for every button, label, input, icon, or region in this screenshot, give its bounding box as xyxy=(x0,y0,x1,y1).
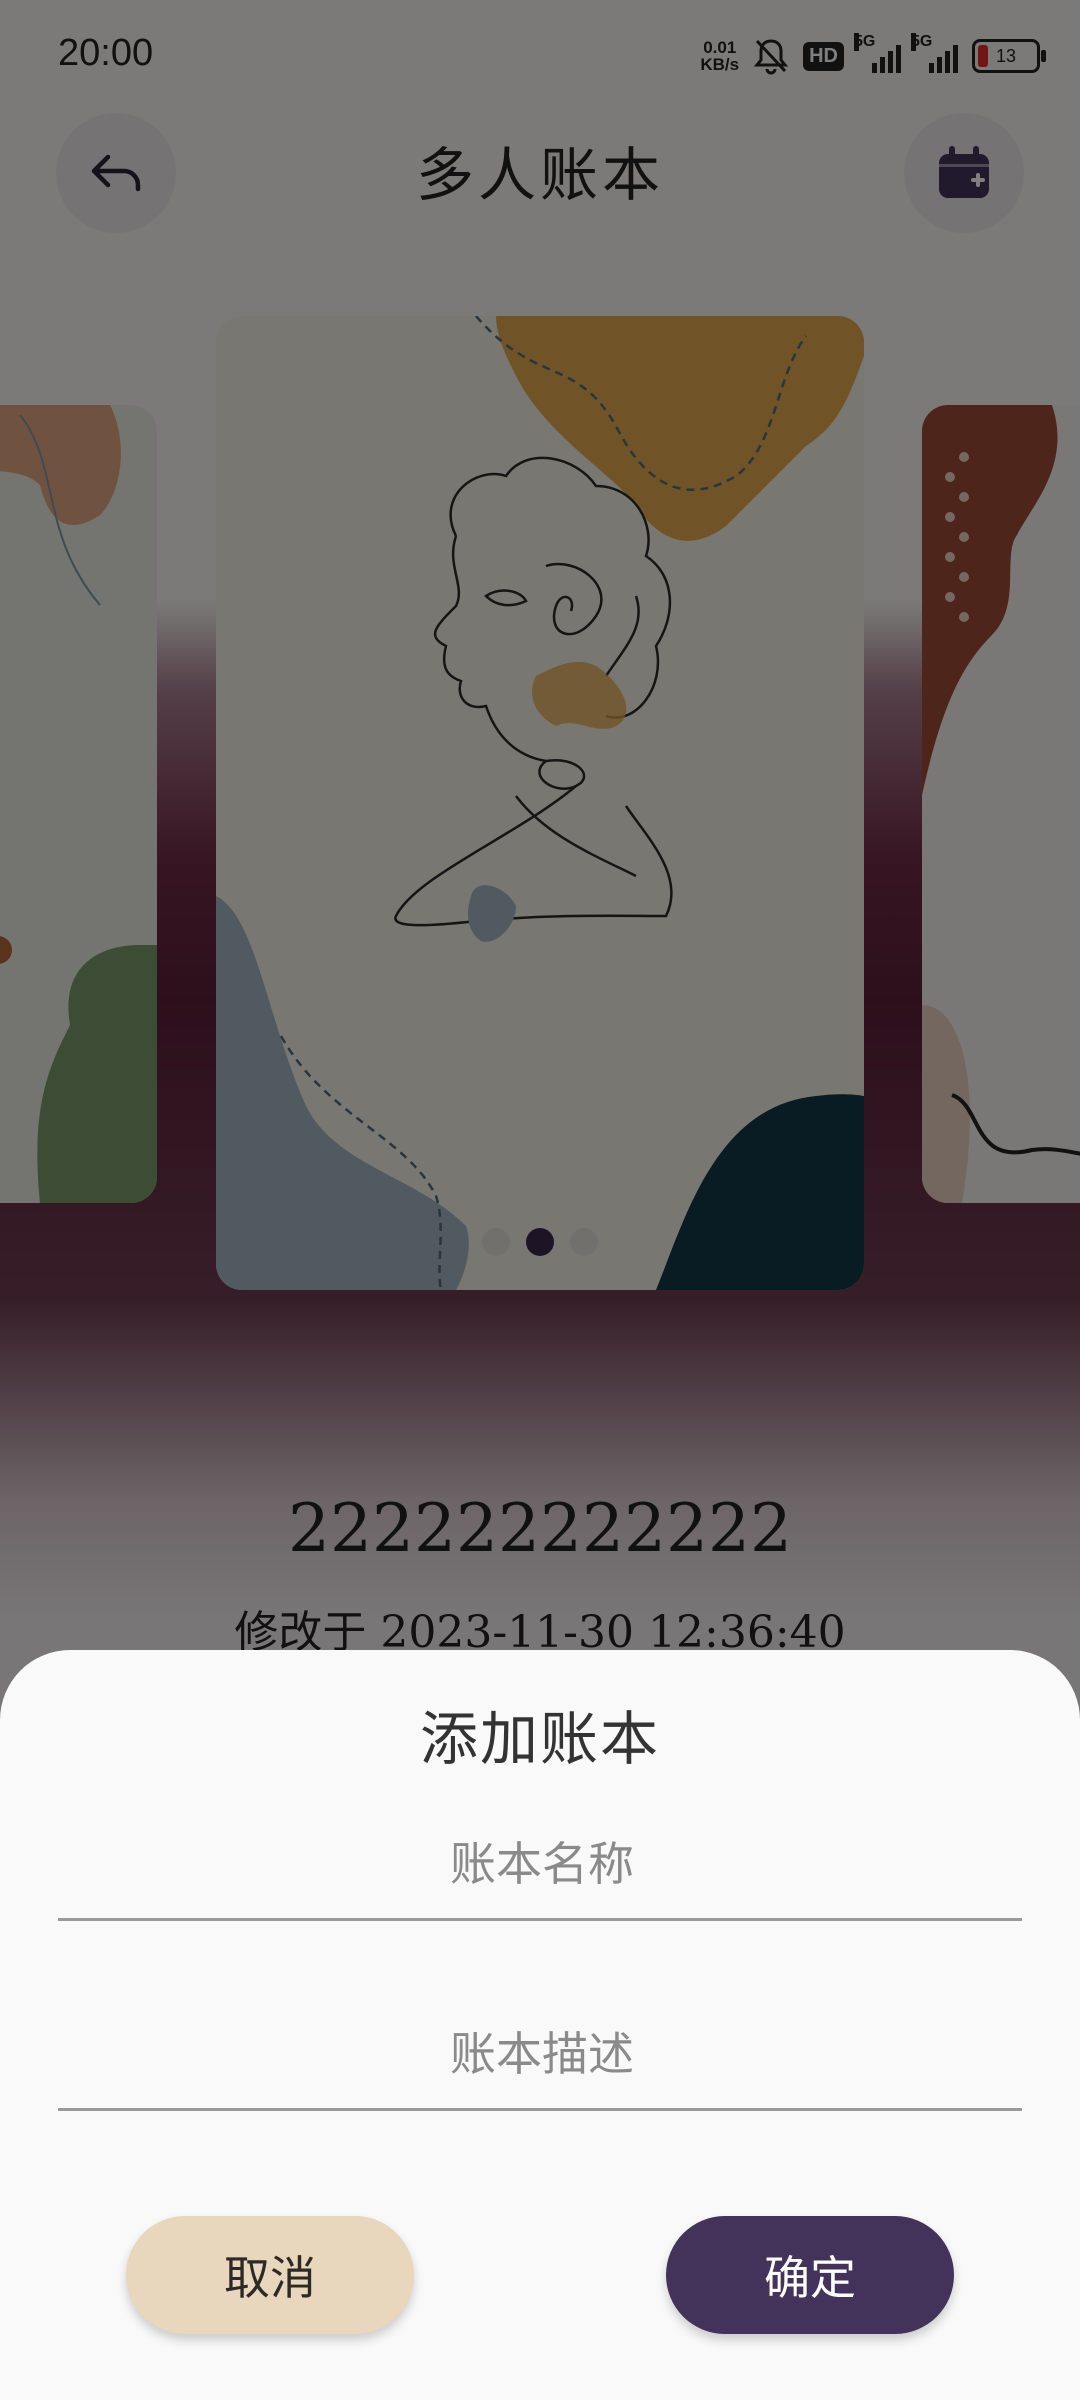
book-desc-field xyxy=(58,1998,1026,2111)
confirm-button[interactable]: 确定 xyxy=(666,2216,954,2334)
sheet-title: 添加账本 xyxy=(419,1705,660,1773)
book-desc-input[interactable] xyxy=(58,1998,1026,2110)
cancel-button[interactable]: 取消 xyxy=(126,2216,414,2334)
book-name-field xyxy=(58,1808,1026,1921)
add-book-sheet: 添加账本 取消 确定 xyxy=(0,1650,1080,2400)
book-name-input[interactable] xyxy=(58,1808,1026,1920)
